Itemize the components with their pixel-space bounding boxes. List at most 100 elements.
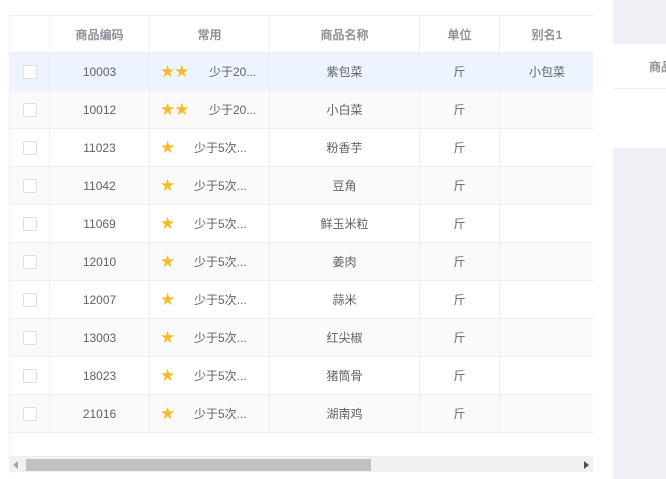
table-row[interactable]: 10012 ★★ 少于20... 小白菜斤 [10,91,593,129]
row-checkbox[interactable] [22,178,37,193]
cell-code: 12007 [50,281,150,318]
side-panel-header: 商品 [613,44,666,89]
frequency-text: 少于20... [209,103,257,117]
row-checkbox[interactable] [22,330,37,345]
product-table: 商品编码 常用 商品名称 单位 别名1 10003 ★★ 少于20... 紫包菜斤小包… [9,15,593,473]
cell-unit: 斤 [420,319,500,356]
scroll-left-arrow-icon[interactable] [13,461,18,469]
star-rating-icon: ★★ [160,61,189,81]
cell-frequent: ★ 少于5次... [150,129,270,166]
cell-frequent: ★ 少于5次... [150,205,270,242]
row-select-cell [10,53,50,90]
row-select-cell [10,129,50,166]
table-row[interactable]: 21016 ★ 少于5次... 湖南鸡斤 [10,395,593,433]
star-rating-icon: ★ [160,251,175,271]
row-select-cell [10,357,50,394]
cell-frequent: ★★ 少于20... [150,53,270,90]
side-panel-card: 商品 [613,43,666,148]
cell-alias1 [500,129,593,166]
cell-name: 豆角 [270,167,420,204]
cell-name: 小白菜 [270,91,420,128]
column-header-name[interactable]: 商品名称 [270,16,420,52]
cell-unit: 斤 [420,167,500,204]
frequency-text: 少于5次... [194,369,247,383]
row-checkbox[interactable] [22,140,37,155]
table-row[interactable]: 10003 ★★ 少于20... 紫包菜斤 小包菜 [10,53,593,91]
cell-name: 粉香芋 [270,129,420,166]
cell-code: 12010 [50,243,150,280]
row-select-cell [10,243,50,280]
cell-code: 10003 [50,53,150,90]
star-rating-icon: ★ [160,213,175,233]
table-header-row: 商品编码 常用 商品名称 单位 别名1 [10,16,593,53]
table-row[interactable]: 11042 ★ 少于5次... 豆角斤 [10,167,593,205]
cell-frequent: ★ 少于5次... [150,319,270,356]
row-select-cell [10,91,50,128]
table-row[interactable]: 12010 ★ 少于5次... 姜肉斤 [10,243,593,281]
side-panel: 商品 [613,0,666,479]
frequency-text: 少于5次... [194,179,247,193]
cell-frequent: ★ 少于5次... [150,395,270,432]
horizontal-scrollbar[interactable] [9,456,593,472]
column-header-alias1[interactable]: 别名1 [500,16,593,52]
cell-code: 13003 [50,319,150,356]
cell-name: 猪筒骨 [270,357,420,394]
cell-alias1 [500,243,593,280]
cell-frequent: ★ 少于5次... [150,357,270,394]
frequency-text: 少于5次... [194,141,247,155]
cell-alias1 [500,395,593,432]
star-rating-icon: ★ [160,289,175,309]
frequency-text: 少于5次... [194,217,247,231]
row-checkbox[interactable] [22,368,37,383]
cell-alias1 [500,205,593,242]
table-row[interactable]: 11069 ★ 少于5次... 鲜玉米粒斤 [10,205,593,243]
cell-name: 湖南鸡 [270,395,420,432]
cell-alias1 [500,357,593,394]
cell-unit: 斤 [420,243,500,280]
column-header-frequent[interactable]: 常用 [150,16,270,52]
cell-name: 鲜玉米粒 [270,205,420,242]
cell-name: 姜肉 [270,243,420,280]
cell-code: 11069 [50,205,150,242]
cell-frequent: ★ 少于5次... [150,167,270,204]
row-select-cell [10,205,50,242]
frequency-text: 少于5次... [194,331,247,345]
cell-unit: 斤 [420,395,500,432]
star-rating-icon: ★ [160,175,175,195]
cell-frequent: ★★ 少于20... [150,91,270,128]
row-checkbox[interactable] [22,102,37,117]
row-checkbox[interactable] [22,406,37,421]
column-header-code[interactable]: 商品编码 [50,16,150,52]
row-select-cell [10,395,50,432]
select-all-cell [10,16,50,52]
cell-unit: 斤 [420,53,500,90]
column-header-unit[interactable]: 单位 [420,16,500,52]
cell-unit: 斤 [420,205,500,242]
table-row[interactable]: 11023 ★ 少于5次... 粉香芋斤 [10,129,593,167]
scrollbar-thumb[interactable] [26,459,371,471]
frequency-text: 少于5次... [194,293,247,307]
table-row[interactable]: 12007 ★ 少于5次... 蒜米斤 [10,281,593,319]
table-row[interactable]: 13003 ★ 少于5次... 红尖椒斤 [10,319,593,357]
row-select-cell [10,281,50,318]
cell-code: 11023 [50,129,150,166]
cell-frequent: ★ 少于5次... [150,281,270,318]
cell-name: 紫包菜 [270,53,420,90]
table-row[interactable]: 18023 ★ 少于5次... 猪筒骨斤 [10,357,593,395]
star-rating-icon: ★ [160,403,175,423]
cell-code: 11042 [50,167,150,204]
cell-code: 10012 [50,91,150,128]
row-checkbox[interactable] [22,292,37,307]
row-checkbox[interactable] [22,64,37,79]
star-rating-icon: ★ [160,327,175,347]
cell-unit: 斤 [420,281,500,318]
row-checkbox[interactable] [22,254,37,269]
scroll-right-arrow-icon[interactable] [584,461,589,469]
cell-frequent: ★ 少于5次... [150,243,270,280]
star-rating-icon: ★ [160,365,175,385]
row-select-cell [10,319,50,356]
row-checkbox[interactable] [22,216,37,231]
cell-unit: 斤 [420,129,500,166]
cell-name: 蒜米 [270,281,420,318]
frequency-text: 少于20... [209,65,257,79]
